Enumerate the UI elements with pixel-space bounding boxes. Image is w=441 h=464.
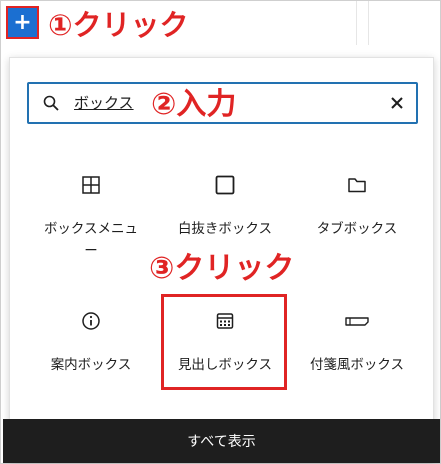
search-icon xyxy=(43,95,59,111)
block-item-label: 付箋風ボックス xyxy=(309,357,405,373)
block-item-label: ボックスメニュー xyxy=(43,221,139,259)
grid-icon xyxy=(82,176,100,194)
toolbar-divider xyxy=(368,1,369,45)
block-item-tab-box[interactable]: タブボックス xyxy=(292,174,422,240)
annotation-step-2: ②入力 xyxy=(151,87,237,122)
annotation-highlight-box xyxy=(161,294,287,390)
block-item-guide-box[interactable]: 案内ボックス xyxy=(26,310,156,376)
plus-icon: + xyxy=(13,9,32,35)
square-icon xyxy=(215,175,235,195)
annotation-step-1: ①クリック xyxy=(48,8,189,42)
block-item-label: 白抜きボックス xyxy=(177,221,273,237)
annotation-step-3: ③クリック xyxy=(149,251,295,286)
toolbar-divider xyxy=(356,1,357,45)
search-input[interactable]: ボックス xyxy=(74,92,134,113)
close-icon[interactable] xyxy=(388,94,406,112)
block-item-outline-box[interactable]: 白抜きボックス xyxy=(160,174,290,240)
browse-all-button[interactable]: すべて表示 xyxy=(3,419,440,463)
browse-all-label: すべて表示 xyxy=(187,434,256,450)
block-item-box-menu[interactable]: ボックスメニュー xyxy=(26,174,156,262)
editor-frame: + ボックス ボックスメニュー 白抜きボックス タブボックス 案内ボックス 見出… xyxy=(0,0,441,464)
block-item-label: 案内ボックス xyxy=(50,357,132,373)
sticky-note-icon xyxy=(345,317,369,326)
folder-icon xyxy=(348,178,366,193)
add-block-button[interactable]: + xyxy=(6,6,39,39)
info-icon xyxy=(82,312,100,330)
block-item-sticky-box[interactable]: 付箋風ボックス xyxy=(292,310,422,376)
block-item-label: タブボックス xyxy=(316,221,398,237)
